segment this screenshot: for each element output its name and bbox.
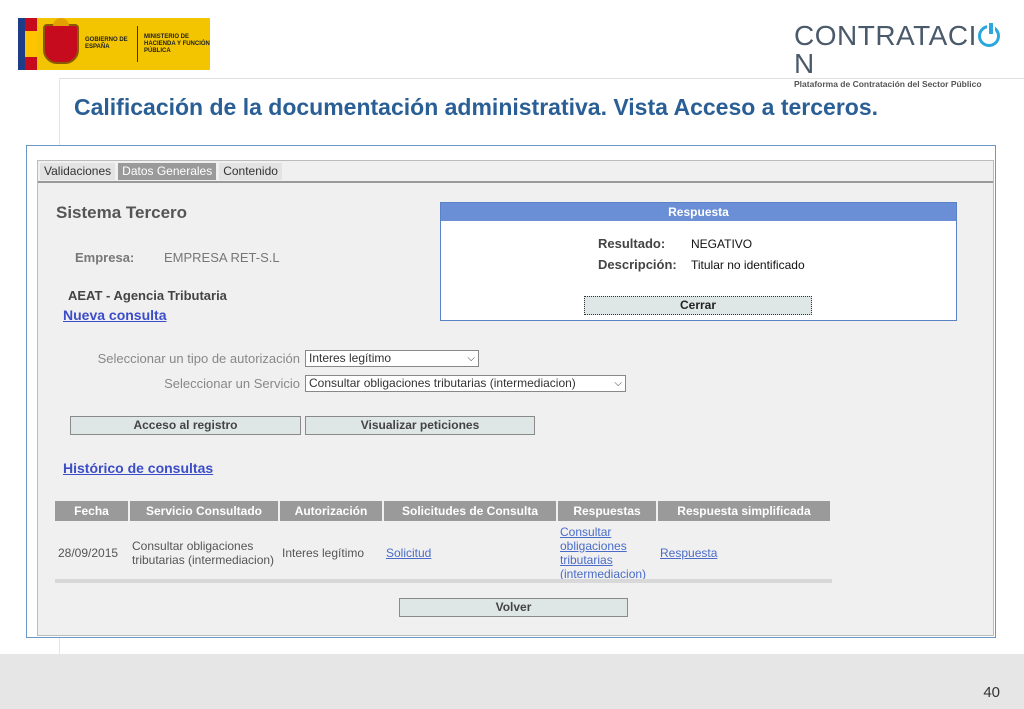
gov-left-text: GOBIERNO DE ESPAÑA: [85, 37, 128, 50]
resultado-value: NEGATIVO: [691, 237, 753, 251]
chevron-down-icon: ⌵: [614, 378, 622, 389]
coat-of-arms-icon: [43, 18, 79, 64]
respuestas-link[interactable]: Consultar obligaciones tributarias (inte…: [560, 525, 646, 581]
gov-right-text: MINISTERIO DE HACIENDA Y FUNCIÓN PÚBLICA: [144, 33, 210, 54]
page-number: 40: [983, 684, 1000, 701]
col-fecha: Fecha: [55, 501, 130, 521]
cell-fecha: 28/09/2015: [58, 546, 119, 560]
acceso-registro-button[interactable]: Acceso al registro: [70, 416, 301, 435]
brand-text-b: N: [794, 48, 815, 79]
tab-bar: Validaciones Datos Generales Contenido: [40, 163, 285, 181]
slide: GOBIERNO DE ESPAÑA MINISTERIO DE HACIEND…: [0, 0, 1024, 709]
auth-type-label: Seleccionar un tipo de autorización: [97, 351, 300, 366]
auth-type-select[interactable]: Interes legítimo ⌵: [305, 350, 479, 367]
resultado-label: Resultado:: [598, 236, 666, 251]
cerrar-button[interactable]: Cerrar: [584, 296, 812, 315]
brand-subtitle: Plataforma de Contratación del Sector Pú…: [794, 79, 982, 89]
nueva-consulta-link[interactable]: Nueva consulta: [63, 307, 166, 323]
descripcion-label: Descripción:: [598, 257, 677, 272]
col-autorizacion: Autorización: [279, 501, 384, 521]
footer: 40: [0, 654, 1024, 709]
service-label: Seleccionar un Servicio: [164, 376, 300, 391]
dialog-title: Respuesta: [441, 203, 956, 221]
empresa-label: Empresa:: [75, 250, 135, 265]
power-icon: [977, 21, 1000, 47]
cell-servicio: Consultar obligaciones tributarias (inte…: [132, 539, 275, 567]
historico-link[interactable]: Histórico de consultas: [63, 460, 213, 476]
cell-autorizacion: Interes legítimo: [282, 546, 365, 560]
col-servicio: Servicio Consultado: [129, 501, 280, 521]
col-respuesta-simplificada: Respuesta simplificada: [657, 501, 832, 521]
tab-datos-generales[interactable]: Datos Generales: [118, 163, 217, 180]
history-table: Fecha Servicio Consultado Autorización S…: [55, 501, 832, 585]
tab-validaciones[interactable]: Validaciones: [40, 163, 116, 180]
response-dialog: Respuesta Resultado: NEGATIVO Descripció…: [440, 202, 957, 321]
table-row: 28/09/2015 Consultar obligaciones tribut…: [55, 521, 831, 585]
respuesta-link[interactable]: Respuesta: [660, 546, 717, 560]
col-respuestas: Respuestas: [557, 501, 658, 521]
agency-name: AEAT - Agencia Tributaria: [68, 288, 227, 303]
chevron-down-icon: ⌵: [467, 353, 475, 364]
solicitud-link[interactable]: Solicitud: [386, 546, 431, 560]
service-select[interactable]: Consultar obligaciones tributarias (inte…: [305, 375, 626, 392]
eu-flag-icon: [18, 18, 37, 70]
empresa-value: EMPRESA RET-S.L: [164, 250, 280, 265]
government-logo: GOBIERNO DE ESPAÑA MINISTERIO DE HACIEND…: [18, 18, 210, 70]
section-title: Sistema Tercero: [56, 203, 188, 222]
volver-button[interactable]: Volver: [399, 598, 628, 617]
slide-title: Calificación de la documentación adminis…: [74, 94, 879, 120]
auth-type-value: Interes legítimo: [309, 351, 392, 365]
col-solicitudes: Solicitudes de Consulta: [383, 501, 558, 521]
descripcion-value: Titular no identificado: [691, 258, 805, 272]
brand-text-a: CONTRATACI: [794, 20, 977, 51]
service-value: Consultar obligaciones tributarias (inte…: [309, 376, 576, 390]
visualizar-peticiones-button[interactable]: Visualizar peticiones: [305, 416, 535, 435]
tab-contenido[interactable]: Contenido: [219, 163, 282, 180]
